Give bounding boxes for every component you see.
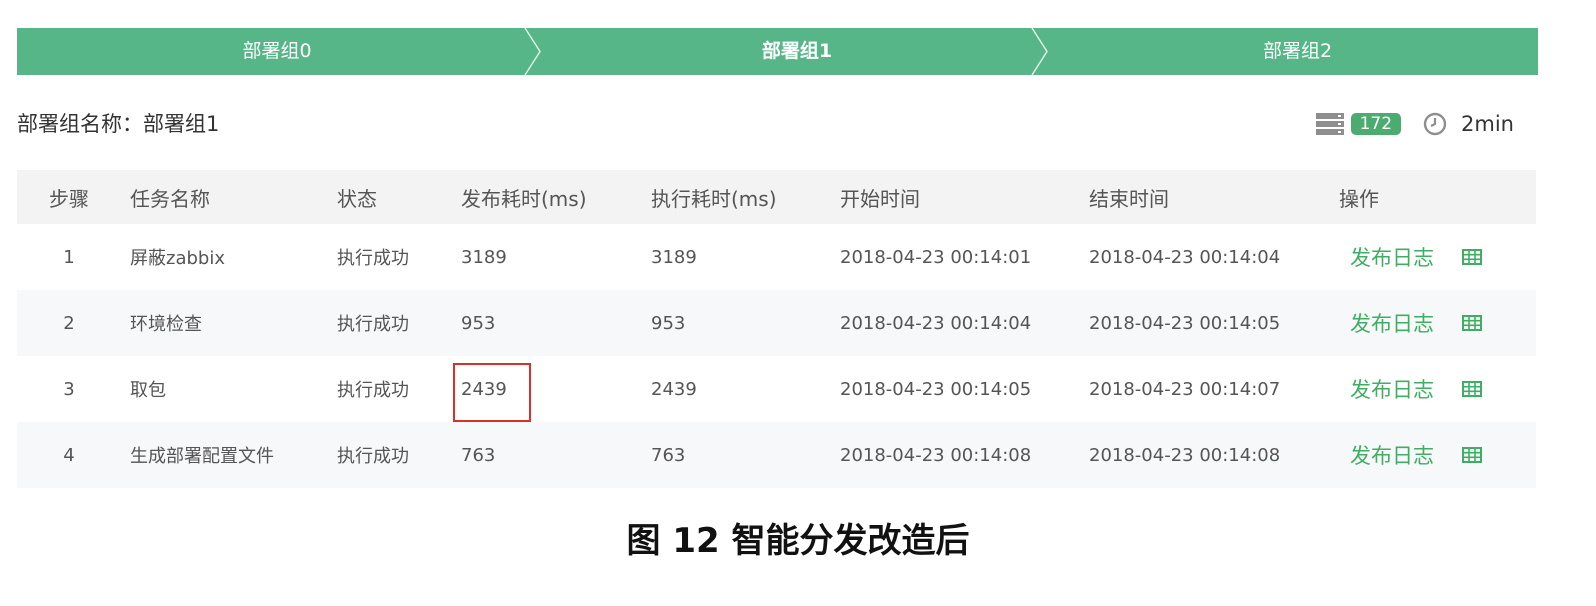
task-table: 步骤 任务名称 状态 发布耗时(ms) 执行耗时(ms) 开始时间 结束时间 操… (17, 170, 1536, 488)
group-name-label: 部署组名称：部署组1 (17, 112, 220, 136)
header-exec-time: 执行耗时(ms) (651, 186, 777, 211)
cell-step: 1 (63, 246, 75, 268)
group-stats: 172 2min (1315, 108, 1514, 140)
cell-end-time: 2018-04-23 00:14:07 (1089, 378, 1281, 400)
cell-end-time: 2018-04-23 00:14:05 (1089, 312, 1281, 334)
cell-operation: 发布日志 (1338, 356, 1482, 422)
figure-caption: 图 12 智能分发改造后 (626, 521, 970, 561)
table-row: 2 环境检查 执行成功 953 953 2018-04-23 00:14:04 … (17, 290, 1536, 356)
cell-task-name: 环境检查 (130, 314, 202, 335)
cell-exec-time: 763 (651, 444, 686, 466)
cell-start-time: 2018-04-23 00:14:04 (840, 312, 1032, 334)
cell-status: 执行成功 (337, 380, 409, 401)
step-group-2[interactable]: 部署组2 (1057, 28, 1538, 75)
deploy-group-steps: 部署组0 部署组1 部署组2 (17, 28, 1538, 75)
step-group-1[interactable]: 部署组1 (547, 28, 1047, 75)
cell-publish-time: 953 (461, 312, 496, 334)
cell-exec-time: 953 (651, 312, 686, 334)
cell-end-time: 2018-04-23 00:14:08 (1089, 444, 1281, 466)
cell-task-name: 生成部署配置文件 (130, 446, 274, 467)
server-count-badge: 172 (1350, 113, 1402, 135)
table-header-row: 步骤 任务名称 状态 发布耗时(ms) 执行耗时(ms) 开始时间 结束时间 操… (17, 170, 1536, 224)
header-task-name: 任务名称 (130, 186, 210, 211)
table-row: 4 生成部署配置文件 执行成功 763 763 2018-04-23 00:14… (17, 422, 1536, 488)
cell-status: 执行成功 (337, 314, 409, 335)
cell-publish-time: 763 (461, 444, 496, 466)
table-grid-icon[interactable] (1462, 381, 1482, 397)
header-status: 状态 (337, 186, 377, 211)
cell-task-name: 取包 (130, 380, 166, 401)
publish-log-link[interactable]: 发布日志 (1350, 440, 1434, 470)
cell-operation: 发布日志 (1338, 290, 1482, 356)
table-grid-icon[interactable] (1462, 249, 1482, 265)
cell-status: 执行成功 (337, 446, 409, 467)
header-step: 步骤 (49, 186, 89, 211)
step-group-0[interactable]: 部署组0 (17, 28, 537, 75)
table-grid-icon[interactable] (1462, 315, 1482, 331)
cell-exec-time: 2439 (651, 378, 697, 400)
cell-operation: 发布日志 (1338, 224, 1482, 290)
cell-start-time: 2018-04-23 00:14:05 (840, 378, 1032, 400)
cell-step: 3 (63, 378, 75, 400)
cell-publish-time: 3189 (461, 246, 507, 268)
cell-end-time: 2018-04-23 00:14:04 (1089, 246, 1281, 268)
header-start-time: 开始时间 (840, 186, 920, 211)
cell-step: 4 (63, 444, 75, 466)
cell-operation: 发布日志 (1338, 422, 1482, 488)
publish-log-link[interactable]: 发布日志 (1350, 308, 1434, 338)
publish-log-link[interactable]: 发布日志 (1350, 242, 1434, 272)
cell-exec-time: 3189 (651, 246, 697, 268)
duration-text: 2min (1461, 112, 1514, 136)
clock-icon (1423, 112, 1447, 136)
cell-start-time: 2018-04-23 00:14:01 (840, 246, 1032, 268)
table-row: 1 屏蔽zabbix 执行成功 3189 3189 2018-04-23 00:… (17, 224, 1536, 290)
cell-status: 执行成功 (337, 248, 409, 269)
publish-log-link[interactable]: 发布日志 (1350, 374, 1434, 404)
header-operation: 操作 (1339, 186, 1379, 211)
header-end-time: 结束时间 (1089, 186, 1169, 211)
cell-start-time: 2018-04-23 00:14:08 (840, 444, 1032, 466)
highlight-annotation-box (453, 363, 531, 422)
header-publish-time: 发布耗时(ms) (461, 186, 587, 211)
cell-task-name: 屏蔽zabbix (130, 248, 225, 269)
server-stack-icon (1315, 113, 1344, 135)
cell-step: 2 (63, 312, 75, 334)
table-row: 3 取包 执行成功 2439 2439 2018-04-23 00:14:05 … (17, 356, 1536, 422)
table-grid-icon[interactable] (1462, 447, 1482, 463)
